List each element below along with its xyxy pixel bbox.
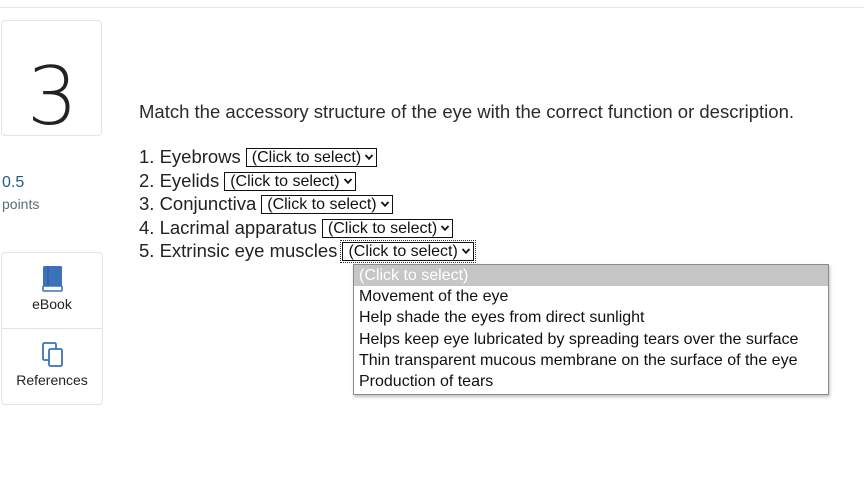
- question-text: Match the accessory structure of the eye…: [139, 101, 794, 122]
- tools-panel: eBook References: [1, 252, 103, 405]
- select-value: (Click to select): [348, 243, 458, 260]
- dropdown-option[interactable]: Thin transparent mucous membrane on the …: [354, 350, 828, 371]
- references-label: References: [16, 372, 88, 388]
- ebook-label: eBook: [32, 296, 72, 312]
- match-select-3[interactable]: (Click to select): [261, 195, 393, 214]
- chevron-down-icon: [380, 201, 389, 208]
- match-item: 2. Eyelids (Click to select): [139, 170, 356, 192]
- match-item-label: 5. Extrinsic eye muscles: [139, 240, 338, 261]
- select-value: (Click to select): [251, 149, 362, 166]
- match-item-label: 1. Eyebrows: [139, 146, 241, 167]
- dropdown-option[interactable]: Movement of the eye: [354, 286, 828, 307]
- match-select-5[interactable]: (Click to select): [340, 240, 476, 263]
- chevron-down-icon: [343, 178, 352, 185]
- chevron-down-icon: [441, 225, 450, 232]
- match-item-label: 4. Lacrimal apparatus: [139, 217, 317, 238]
- match-item-label: 3. Conjunctiva: [139, 193, 257, 214]
- match-item-label: 2. Eyelids: [139, 170, 220, 191]
- ebook-button[interactable]: eBook: [2, 253, 102, 328]
- match-item: 5. Extrinsic eye muscles (Click to select…: [139, 240, 476, 263]
- points-label: points: [2, 196, 40, 212]
- chevron-down-icon: [364, 154, 374, 161]
- points-value: 0.5: [2, 174, 25, 191]
- chevron-down-icon: [461, 248, 470, 255]
- book-icon: [42, 266, 63, 292]
- select-value: (Click to select): [230, 173, 340, 190]
- select-value: (Click to select): [327, 220, 438, 237]
- question-number: 3: [27, 50, 78, 143]
- dropdown-option[interactable]: Help shade the eyes from direct sunlight: [354, 307, 828, 328]
- dropdown-option[interactable]: Helps keep eye lubricated by spreading t…: [354, 329, 828, 350]
- dropdown-option[interactable]: Production of tears: [354, 371, 828, 392]
- question-number-box: 3: [1, 20, 102, 143]
- match-item: 3. Conjunctiva (Click to select): [139, 193, 393, 215]
- match-select-2[interactable]: (Click to select): [224, 172, 356, 191]
- top-divider: [0, 7, 864, 8]
- references-button[interactable]: References: [2, 329, 102, 405]
- dropdown-option-placeholder[interactable]: (Click to select): [354, 265, 828, 286]
- match-item: 4. Lacrimal apparatus (Click to select): [139, 217, 454, 239]
- match-item: 1. Eyebrows (Click to select): [139, 146, 378, 168]
- match-select-4[interactable]: (Click to select): [321, 219, 454, 238]
- copy-documents-icon: [42, 342, 63, 367]
- select-value: (Click to select): [267, 196, 377, 213]
- match-select-1[interactable]: (Click to select): [245, 148, 378, 167]
- dropdown-list: (Click to select) Movement of the eye He…: [353, 264, 829, 395]
